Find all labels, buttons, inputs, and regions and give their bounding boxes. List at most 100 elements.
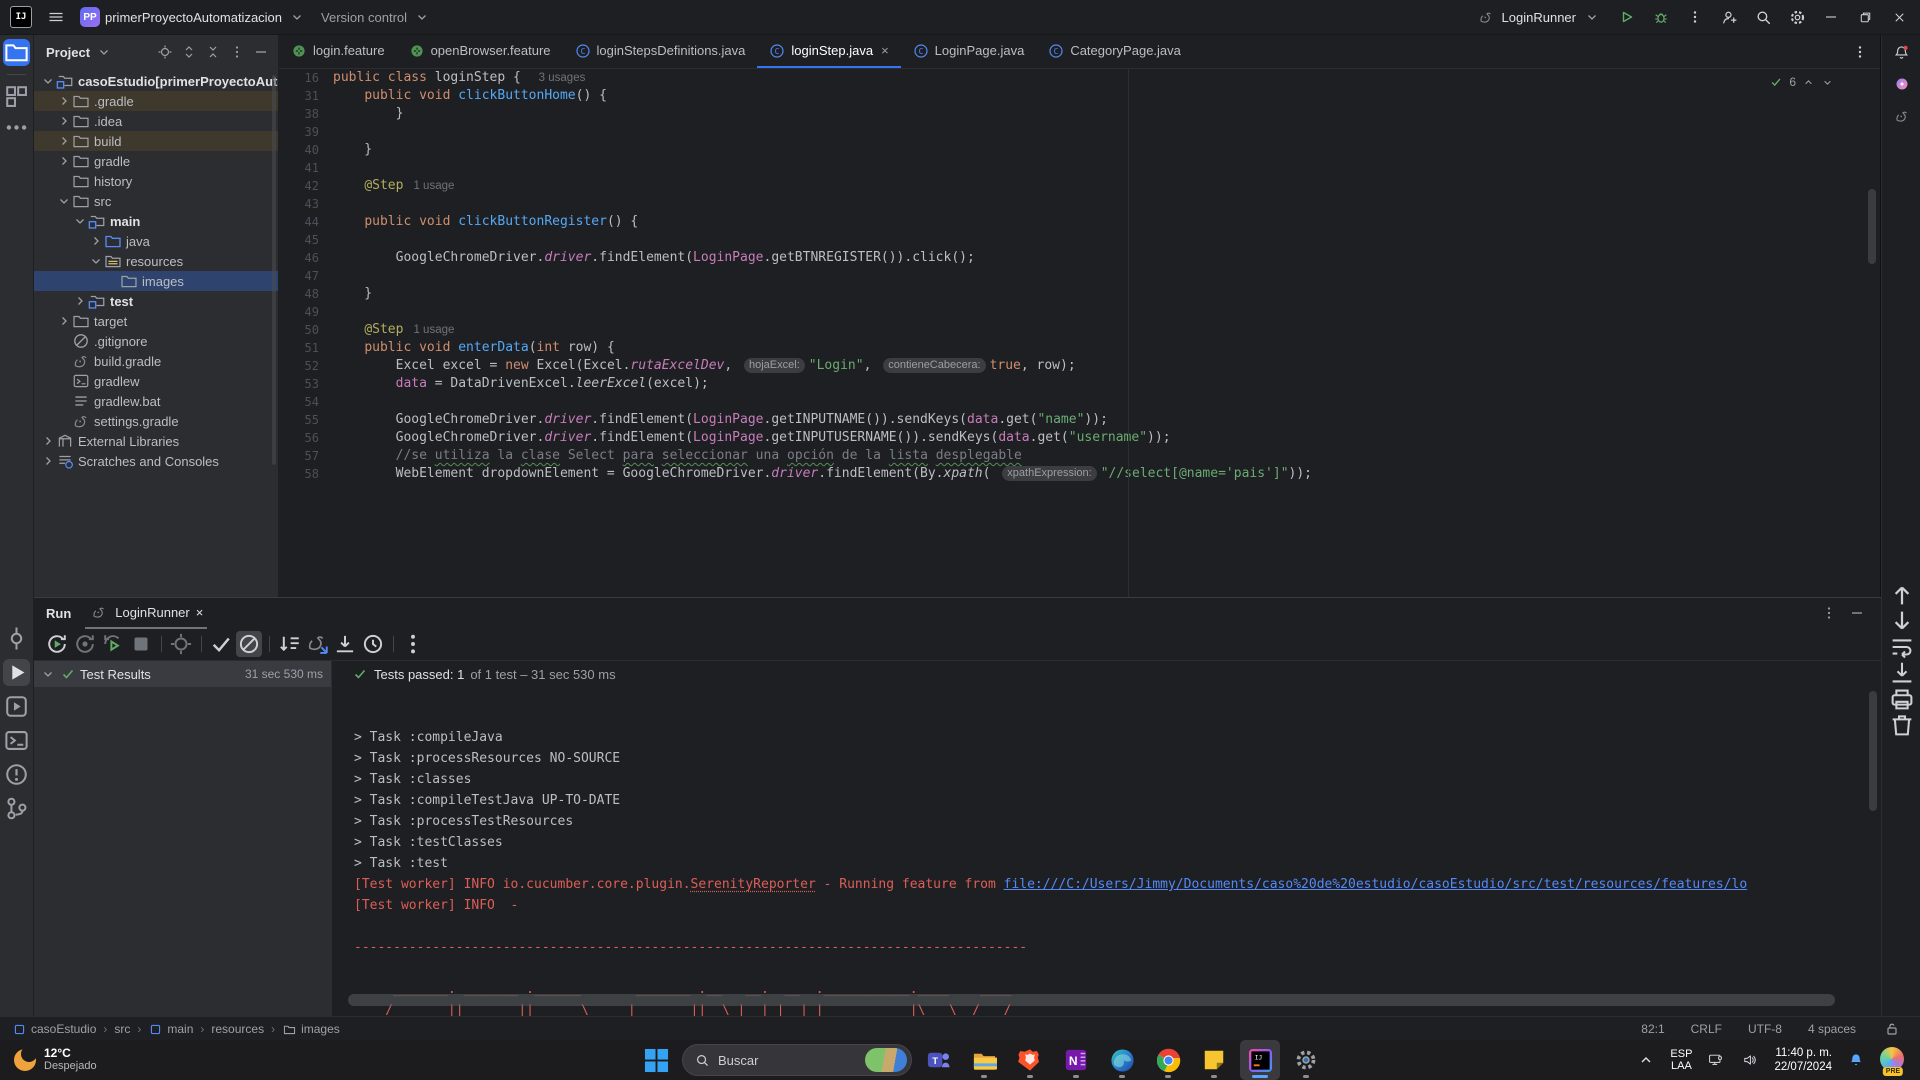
chevron-right-icon[interactable] [56,153,72,169]
console-output[interactable]: > Task :compileJava> Task :processResour… [332,687,1881,1016]
chevron-down-icon[interactable] [72,213,88,229]
notifications-icon[interactable] [1887,37,1917,67]
sort-icon[interactable] [276,631,302,657]
services-tool-icon[interactable] [3,693,30,720]
tree-item-gradle[interactable]: gradle [34,151,278,171]
breadcrumb-main[interactable]: main [148,1022,193,1036]
taskbar-app-teams[interactable]: T [918,1040,958,1080]
code-line-43[interactable]: 43 [279,195,1880,213]
tab-login.feature[interactable]: login.feature [279,35,397,68]
breadcrumb-images[interactable]: images [282,1022,340,1036]
vcs-menu[interactable]: Version control [321,7,432,27]
chevron-right-icon[interactable] [72,293,88,309]
project-scrollbar[interactable] [272,75,276,465]
run-tab-loginrunner[interactable]: LoginRunner × [85,597,207,629]
up-icon[interactable] [1887,583,1917,607]
close-tab-icon[interactable]: × [881,43,889,58]
ai-assistant-icon[interactable] [1887,69,1917,99]
import-icon[interactable] [332,631,358,657]
taskbar-app-onenote[interactable]: N [1056,1040,1096,1080]
taskbar-app-intellij[interactable]: IJ [1240,1040,1280,1080]
code-line-50[interactable]: 50 @Step1 usage [279,321,1880,339]
search-highlight-image[interactable] [865,1048,907,1072]
rerun-icon[interactable] [44,631,70,657]
soft-wrap-icon[interactable] [1887,635,1917,659]
tree-item-main[interactable]: main [34,211,278,231]
tree-item-resources[interactable]: resources [34,251,278,271]
locate-file-icon[interactable] [154,41,176,63]
terminal-tool-icon[interactable] [3,727,30,754]
code-line-48[interactable]: 48 } [279,285,1880,303]
clock-icon[interactable] [360,631,386,657]
tray-expand-icon[interactable] [1636,1050,1656,1070]
code-line-16[interactable]: 16public class loginStep { 3 usages [279,69,1880,87]
tab-loginStepsDefinitions.java[interactable]: CloginStepsDefinitions.java [563,35,758,68]
rerun-failed-icon[interactable] [72,631,98,657]
tree-item-test[interactable]: test [34,291,278,311]
taskbar-app-settings[interactable] [1286,1040,1326,1080]
more-options-icon[interactable] [1850,42,1870,62]
code-line-31[interactable]: 31 public void clickButtonHome() { [279,87,1880,105]
chevron-right-icon[interactable] [88,233,104,249]
hide-panel-icon[interactable] [1847,603,1867,623]
print-icon[interactable] [1887,687,1917,711]
tree-item-.idea[interactable]: .idea [34,111,278,131]
weather-widget[interactable]: 12°C Despejado [0,1047,194,1073]
code-line-54[interactable]: 54 [279,393,1880,411]
project-widget[interactable]: PP primerProyectoAutomatizacion [80,7,307,27]
chevron-right-icon[interactable] [40,453,56,469]
code-line-51[interactable]: 51 public void enterData(int row) { [279,339,1880,357]
structure-tool-icon[interactable] [3,83,30,110]
lock-icon[interactable] [1882,1019,1902,1039]
tab-LoginPage.java[interactable]: CLoginPage.java [901,35,1037,68]
code-line-56[interactable]: 56 GoogleChromeDriver.driver.findElement… [279,429,1880,447]
chevron-right-icon[interactable] [56,313,72,329]
tree-item-build[interactable]: build [34,131,278,151]
hide-panel-icon[interactable] [250,41,272,63]
run-tool-icon[interactable] [3,659,30,686]
chevron-right-icon[interactable] [56,133,72,149]
console-file-link[interactable]: file:///C:/Users/Jimmy/Documents/caso%20… [1004,877,1748,892]
main-menu-icon[interactable] [46,7,66,27]
tree-item-java[interactable]: java [34,231,278,251]
code-line-52[interactable]: 52 Excel excel = new Excel(Excel.rutaExc… [279,357,1880,375]
window-restore-icon[interactable] [1850,3,1880,31]
code-line-42[interactable]: 42 @Step1 usage [279,177,1880,195]
breadcrumb-src[interactable]: src [114,1022,130,1036]
tree-item-target[interactable]: target [34,311,278,331]
code-line-45[interactable]: 45 [279,231,1880,249]
gradle-export-icon[interactable] [304,631,330,657]
taskbar-app-chrome[interactable] [1148,1040,1188,1080]
run-console[interactable]: Tests passed: 1 of 1 test – 31 sec 530 m… [332,661,1881,1016]
code-line-41[interactable]: 41 [279,159,1880,177]
debug-button[interactable] [1646,3,1676,31]
tree-item-casoEstudio[interactable]: casoEstudio [primerProyectoAutomatiza [34,71,278,91]
collapse-all-icon[interactable] [202,41,224,63]
tree-item-.gitignore[interactable]: .gitignore [34,331,278,351]
breadcrumb-resources[interactable]: resources [211,1022,264,1036]
clock-widget[interactable]: 11:40 p. m. 22/07/2024 [1774,1046,1832,1074]
code-line-40[interactable]: 40 } [279,141,1880,159]
more-options-icon[interactable] [1819,603,1839,623]
test-results-row[interactable]: Test Results 31 sec 530 ms [34,661,331,687]
kebab-icon[interactable] [400,631,426,657]
tree-item-build.gradle[interactable]: build.gradle [34,351,278,371]
tree-item-settings.gradle[interactable]: settings.gradle [34,411,278,431]
tree-item-history[interactable]: history [34,171,278,191]
locate2-icon[interactable] [168,631,194,657]
tab-openBrowser.feature[interactable]: openBrowser.feature [397,35,563,68]
chevron-right-icon[interactable] [56,93,72,109]
autotest-icon[interactable] [100,631,126,657]
language-indicator[interactable]: ESP LAA [1670,1048,1692,1072]
status-item[interactable]: UTF-8 [1748,1022,1782,1036]
code-line-58[interactable]: 58 WebElement dropdownElement = GoogleCh… [279,465,1880,483]
project-panel-title[interactable]: Project [46,45,90,60]
code-area[interactable]: 16public class loginStep { 3 usages31 pu… [279,69,1880,597]
inspection-widget[interactable]: 6 [1769,75,1834,89]
taskbar-search[interactable]: Buscar [682,1044,912,1076]
code-line-47[interactable]: 47 [279,267,1880,285]
code-line-46[interactable]: 46 GoogleChromeDriver.driver.findElement… [279,249,1880,267]
tree-item-images[interactable]: images [34,271,278,291]
breadcrumb-casoEstudio[interactable]: casoEstudio [12,1022,96,1036]
run-button[interactable] [1612,3,1642,31]
